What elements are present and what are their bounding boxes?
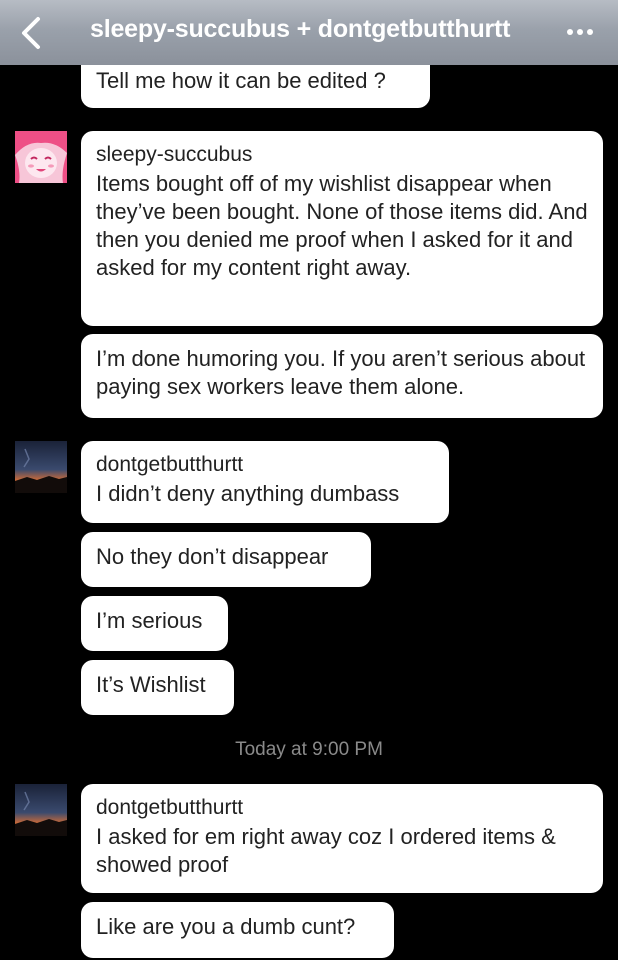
message-bubble[interactable]: sleepy-succubus Items bought off of my w…	[81, 131, 603, 326]
message-bubble[interactable]: Like are you a dumb cunt?	[81, 902, 394, 958]
message-bubble[interactable]: dontgetbutthurtt I didn’t deny anything …	[81, 441, 449, 523]
message-bubble[interactable]: dontgetbutthurtt I asked for em right aw…	[81, 784, 603, 893]
more-horizontal-icon	[565, 29, 595, 35]
anime-avatar-icon	[15, 131, 67, 183]
sender-name[interactable]: dontgetbutthurtt	[96, 795, 588, 821]
chat-header: sleepy-succubus + dontgetbutthurtt	[0, 0, 618, 65]
message-bubble[interactable]: No they don’t disappear	[81, 532, 371, 587]
avatar-sleepy-succubus[interactable]	[15, 131, 67, 183]
message-text: Tell me how it can be edited ?	[96, 68, 386, 93]
message-bubble[interactable]: It’s Wishlist	[81, 660, 234, 715]
message-bubble[interactable]: I’m done humoring you. If you aren’t ser…	[81, 334, 603, 418]
message-text: No they don’t disappear	[96, 544, 329, 569]
avatar-dontgetbutthurtt[interactable]	[15, 784, 67, 836]
chevron-left-icon	[22, 17, 40, 49]
avatar-dontgetbutthurtt[interactable]	[15, 441, 67, 493]
message-text: I’m serious	[96, 608, 203, 633]
message-text: It’s Wishlist	[96, 672, 206, 697]
chat-screen: sleepy-succubus + dontgetbutthurtt Tell …	[0, 0, 618, 960]
message-text: Like are you a dumb cunt?	[96, 914, 356, 939]
more-options-button[interactable]	[556, 17, 604, 47]
sender-name[interactable]: dontgetbutthurtt	[96, 452, 434, 478]
conversation-title[interactable]: sleepy-succubus + dontgetbutthurtt	[90, 15, 535, 44]
sunset-avatar-icon	[15, 784, 67, 836]
message-text: Items bought off of my wishlist disappea…	[96, 171, 588, 280]
message-text: I’m done humoring you. If you aren’t ser…	[96, 346, 586, 399]
message-text: I asked for em right away coz I ordered …	[96, 824, 556, 877]
message-bubble[interactable]: I’m serious	[81, 596, 228, 651]
back-button[interactable]	[14, 14, 48, 52]
message-text: I didn’t deny anything dumbass	[96, 481, 400, 506]
sender-name[interactable]: sleepy-succubus	[96, 142, 588, 168]
sunset-avatar-icon	[15, 441, 67, 493]
timestamp-divider: Today at 9:00 PM	[235, 739, 383, 760]
